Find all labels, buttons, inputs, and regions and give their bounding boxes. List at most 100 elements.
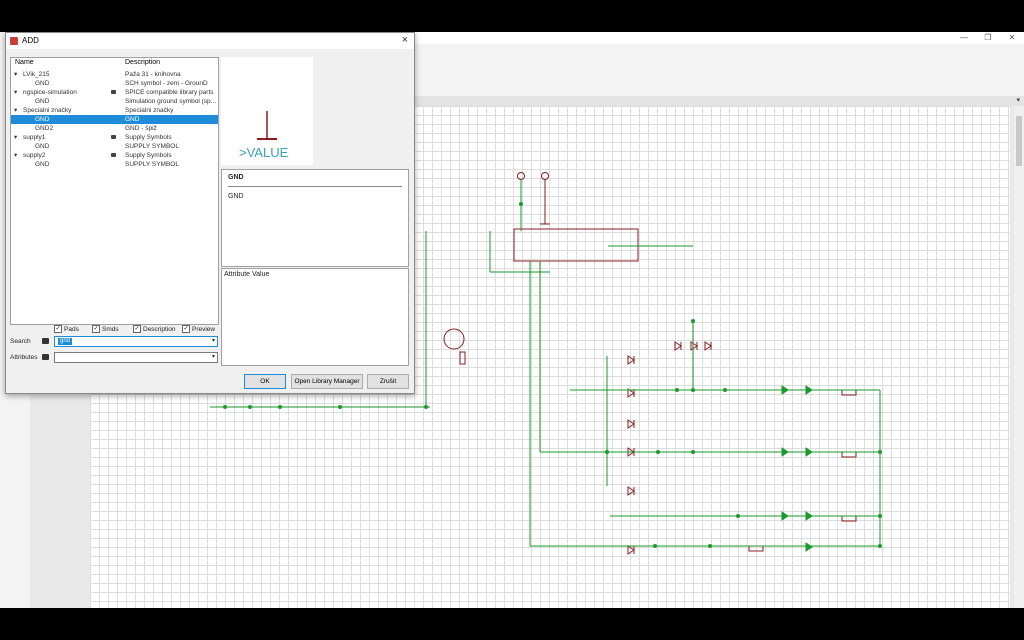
tree-library-item[interactable]: ▾ supply2 Supply Symbols — [11, 151, 218, 160]
search-label: Search — [10, 338, 31, 345]
diode-d1 — [627, 355, 635, 365]
attributes-input[interactable]: ▾ — [54, 352, 218, 363]
minimize-icon[interactable]: — — [952, 32, 976, 44]
tree-item-name: GND — [35, 80, 50, 87]
chevron-down-icon[interactable]: ▾ — [1016, 96, 1020, 106]
diode-d6 — [627, 545, 635, 555]
part-name: GND — [228, 174, 244, 181]
tree-item-description: SUPPLY SYMBOL — [125, 161, 179, 168]
diode-d3 — [627, 419, 635, 429]
column-name-header[interactable]: Name — [15, 59, 34, 66]
attributes-header: Attribute Value — [224, 271, 270, 278]
tag-icon[interactable] — [42, 338, 49, 344]
expand-arrow-icon[interactable]: ▾ — [14, 151, 17, 160]
tree-library-item[interactable]: ▾ LVik_215 Paža 31 - knihovna — [11, 70, 218, 79]
info-divider — [228, 186, 402, 187]
tree-item-description: Supply Symbols — [125, 152, 172, 159]
lock-icon — [111, 153, 116, 157]
checkbox-icon[interactable]: ✓ — [54, 325, 62, 333]
tree-part-item[interactable]: GND SCH symbol - zem - GrounD — [11, 79, 218, 88]
search-input[interactable]: gnd ▾ — [54, 336, 218, 347]
speaker-symbol — [459, 351, 466, 365]
tree-item-description: Simulation ground symbol (sp... — [125, 98, 217, 105]
scrollbar-thumb[interactable] — [1016, 116, 1022, 166]
tree-item-description: SPICE compatible library parts — [125, 89, 214, 96]
filter-preview-label: Preview — [192, 325, 216, 333]
tree-library-item[interactable]: ▾ supply1 Supply Symbols — [11, 133, 218, 142]
tree-item-name: LVik_215 — [23, 71, 50, 78]
chevron-down-icon[interactable]: ▾ — [212, 353, 215, 362]
ok-button[interactable]: OK — [244, 374, 286, 389]
tree-item-name: Specialni značky — [23, 107, 72, 114]
filter-pads-label: Pads — [64, 325, 79, 333]
diode-d9 — [704, 341, 712, 351]
tree-item-name: GND — [35, 116, 50, 123]
window-controls: — ❐ ✕ — [952, 32, 1024, 44]
led-symbols — [781, 385, 813, 552]
checkbox-icon[interactable]: ✓ — [92, 325, 100, 333]
part-info-panel: GND GND — [221, 169, 409, 267]
resistor-r1 — [841, 389, 857, 396]
expand-arrow-icon[interactable]: ▾ — [14, 133, 17, 142]
tree-header: Name Description — [11, 58, 218, 68]
tree-item-name: GND2 — [35, 125, 54, 132]
tree-item-description: Paža 31 - knihovna — [125, 71, 181, 78]
app-icon — [10, 37, 18, 45]
tree-part-item[interactable]: GND SUPPLY SYMBOL — [11, 142, 218, 151]
tree-item-description: Supply Symbols — [125, 134, 172, 141]
close-icon[interactable]: × — [402, 34, 408, 46]
filter-smds-checkbox[interactable]: ✓ Smds — [92, 325, 119, 333]
tree-item-description: GND — [125, 116, 140, 123]
filter-pads-checkbox[interactable]: ✓ Pads — [54, 325, 79, 333]
lock-icon — [111, 135, 116, 139]
chevron-down-icon[interactable]: ▾ — [212, 337, 215, 346]
tree-part-item[interactable]: GND Simulation ground symbol (sp... — [11, 97, 218, 106]
part-description: GND — [228, 193, 244, 200]
tree-part-item[interactable]: GND2 GND - špiž — [11, 124, 218, 133]
tree-item-description: Specialni značky — [125, 107, 174, 114]
tree-library-item[interactable]: ▾ ngspice-simulation SPICE compatible libr… — [11, 88, 218, 97]
expand-arrow-icon[interactable]: ▾ — [14, 106, 17, 115]
library-tree[interactable]: Name Description ▾ LVik_215 Paža 31 - knih… — [10, 57, 219, 325]
diode-d7 — [674, 341, 682, 351]
open-library-manager-button[interactable]: Open Library Manager — [291, 374, 363, 389]
expand-arrow-icon[interactable]: ▾ — [14, 88, 17, 97]
vertical-scrollbar[interactable] — [1014, 106, 1024, 608]
tree-item-name: ngspice-simulation — [23, 89, 77, 96]
checkbox-icon[interactable]: ✓ — [182, 325, 190, 333]
filter-smds-label: Smds — [102, 325, 119, 333]
tree-item-name: GND — [35, 161, 50, 168]
tree-item-name: supply1 — [23, 134, 46, 141]
bottom-letterbox — [0, 608, 1024, 640]
filter-description-checkbox[interactable]: ✓ Description — [133, 325, 176, 333]
transistor-symbol — [443, 328, 465, 350]
tree-part-item[interactable]: GND GND — [11, 115, 218, 124]
diode-d5 — [627, 486, 635, 496]
resistor-r4 — [748, 545, 764, 552]
ic-body — [513, 228, 639, 262]
filter-preview-checkbox[interactable]: ✓ Preview — [182, 325, 215, 333]
checkbox-icon[interactable]: ✓ — [133, 325, 141, 333]
tree-item-description: SUPPLY SYMBOL — [125, 143, 179, 150]
tree-part-item[interactable]: GND SUPPLY SYMBOL — [11, 160, 218, 169]
search-input-value[interactable]: gnd — [58, 338, 73, 345]
attributes-panel: Attribute Value — [221, 268, 409, 366]
add-part-dialog: ADD × Name Description ▾ LVik_215 Paža 31 … — [5, 32, 415, 394]
maximize-icon[interactable]: ❐ — [976, 32, 1000, 44]
tag-icon[interactable] — [42, 354, 49, 360]
tree-item-description: SCH symbol - zem - GrounD — [125, 80, 208, 87]
tree-item-name: GND — [35, 143, 50, 150]
tree-item-description: GND - špiž — [125, 125, 157, 132]
dialog-title: ADD — [22, 36, 39, 45]
lock-icon — [111, 90, 116, 94]
dialog-titlebar: ADD × — [6, 33, 414, 49]
tree-item-name: GND — [35, 98, 50, 105]
expand-arrow-icon[interactable]: ▾ — [14, 70, 17, 79]
close-window-icon[interactable]: ✕ — [1000, 32, 1024, 44]
cancel-button[interactable]: Zrušit — [367, 374, 409, 389]
diode-d8 — [690, 341, 698, 351]
resistor-r2 — [841, 451, 857, 458]
tree-library-item[interactable]: ▾ Specialni značky Specialni značky — [11, 106, 218, 115]
power-symbol-1 — [517, 172, 525, 180]
column-description-header[interactable]: Description — [125, 59, 160, 66]
